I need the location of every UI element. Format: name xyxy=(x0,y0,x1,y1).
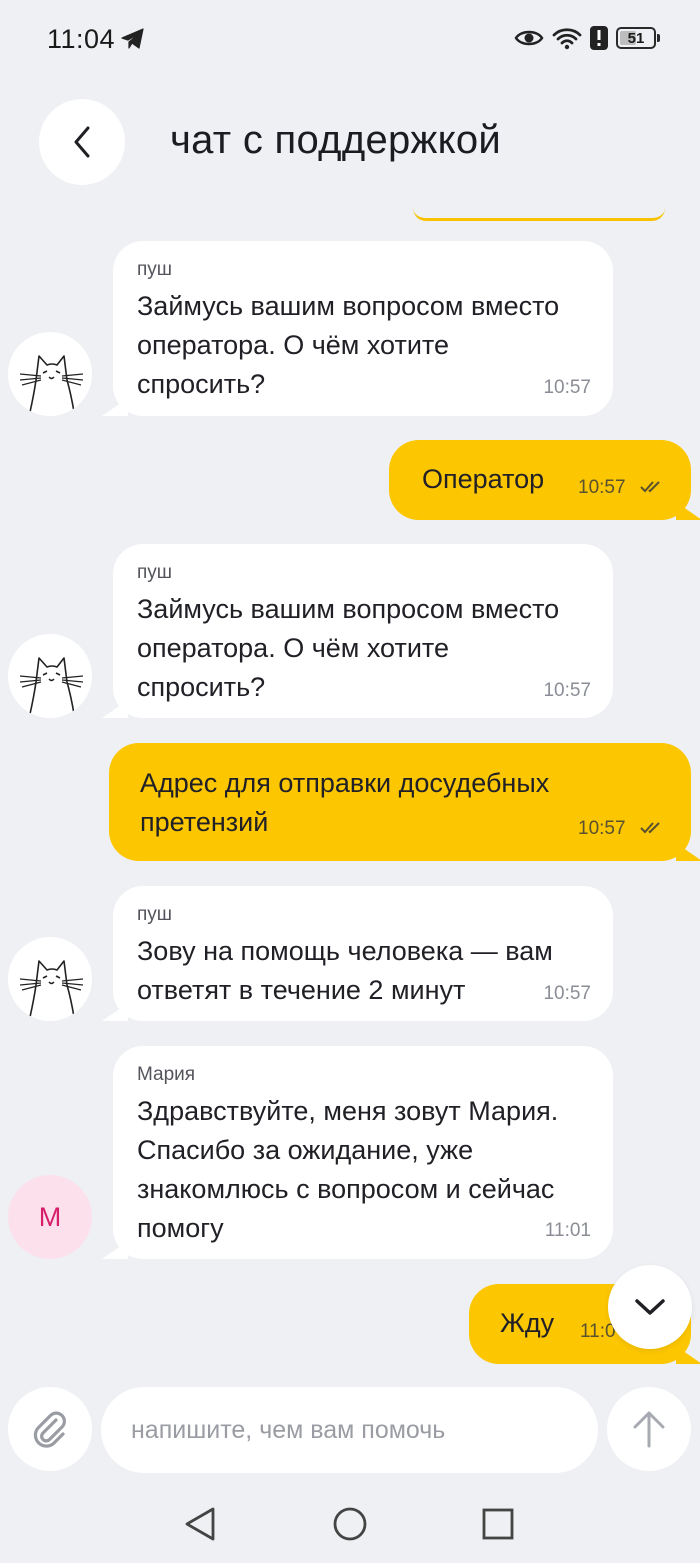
battery-icon: 51 xyxy=(616,27,660,49)
message-input[interactable] xyxy=(101,1387,598,1473)
cat-icon xyxy=(19,657,84,715)
status-icons: 51 xyxy=(514,26,660,50)
message-text: Займусь вашим вопросом вместо оператора.… xyxy=(137,291,560,399)
bot-avatar xyxy=(8,634,92,718)
message-text: Займусь вашим вопросом вместо оператора.… xyxy=(137,594,560,702)
message-bubble-incoming: пуш Займусь вашим вопросом вместо операт… xyxy=(102,544,613,718)
arrow-up-icon xyxy=(633,1411,665,1448)
message-time: 11:01 xyxy=(544,1220,591,1241)
message-bubble-incoming: пуш Зову на помощь человека — вам ответя… xyxy=(102,886,613,1021)
chevron-left-icon xyxy=(74,126,90,158)
message-time: 10:57 xyxy=(543,680,591,701)
message-time: 10:57 xyxy=(543,377,591,398)
message-sender: Мария xyxy=(137,1064,196,1085)
nav-back-button[interactable] xyxy=(180,1504,220,1544)
paperclip-icon xyxy=(33,1411,66,1448)
agent-avatar: М xyxy=(8,1175,92,1259)
double-check-icon xyxy=(640,822,660,834)
scroll-down-button[interactable] xyxy=(608,1265,692,1349)
message-bubble-incoming: пуш Займусь вашим вопросом вместо операт… xyxy=(102,241,613,416)
status-bar: 11:04 51 xyxy=(0,0,700,80)
square-recents-icon xyxy=(482,1508,514,1540)
chevron-down-icon xyxy=(635,1299,665,1315)
message-text: Здравствуйте, меня зовут Мария. Спасибо … xyxy=(137,1096,559,1243)
message-text: Оператор xyxy=(422,464,545,494)
eye-icon xyxy=(514,30,544,46)
cat-icon xyxy=(19,960,84,1018)
cat-icon xyxy=(19,355,84,413)
triangle-back-icon xyxy=(185,1507,215,1541)
message-time: 11:0 xyxy=(580,1321,616,1342)
circle-home-icon xyxy=(333,1507,367,1541)
message-sender: пуш xyxy=(137,904,173,925)
alert-icon xyxy=(590,26,608,50)
message-bubble-outgoing: Оператор 10:57 xyxy=(389,440,700,520)
previous-message-edge xyxy=(413,208,665,221)
telegram-icon xyxy=(121,28,144,49)
chat-title: чат с поддержкой xyxy=(170,118,502,162)
message-bubble-outgoing: Адрес для отправки досудебных претензий … xyxy=(109,743,700,861)
battery-level: 51 xyxy=(627,29,645,47)
message-time: 10:57 xyxy=(578,818,626,839)
message-sender: пуш xyxy=(137,562,173,583)
send-button[interactable] xyxy=(607,1387,691,1471)
message-sender: пуш xyxy=(137,259,173,280)
attach-button[interactable] xyxy=(8,1387,92,1471)
bot-avatar xyxy=(8,332,92,416)
message-time: 10:57 xyxy=(578,477,626,498)
double-check-icon xyxy=(640,481,660,493)
wifi-icon xyxy=(552,28,582,50)
back-button[interactable] xyxy=(39,99,125,185)
bot-avatar xyxy=(8,937,92,1021)
nav-recents-button[interactable] xyxy=(478,1504,518,1544)
status-time: 11:04 xyxy=(47,24,116,54)
message-time: 10:57 xyxy=(543,983,591,1004)
nav-home-button[interactable] xyxy=(330,1504,370,1544)
message-text: Зову на помощь человека — вам ответят в … xyxy=(137,936,553,1005)
system-nav-bar xyxy=(0,1484,700,1563)
message-bubble-incoming: Мария Здравствуйте, меня зовут Мария. Сп… xyxy=(102,1046,613,1259)
message-text: Адрес для отправки досудебных претензий xyxy=(140,768,550,837)
message-text: Жду xyxy=(500,1308,555,1338)
